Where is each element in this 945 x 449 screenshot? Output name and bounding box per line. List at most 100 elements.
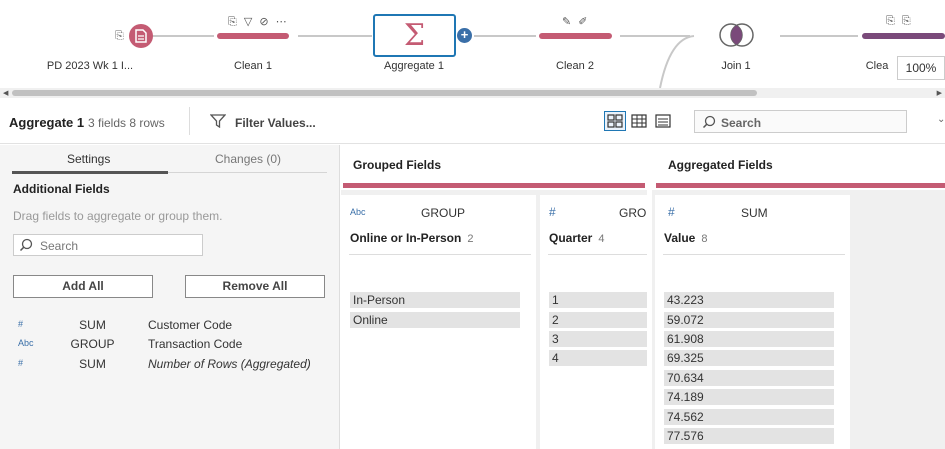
card-name-text: Value [664,231,696,245]
card-divider [349,254,531,255]
value-row[interactable]: 77.576 [664,428,834,444]
scroll-right-icon[interactable]: ▶ [937,89,942,97]
card-aggregation[interactable]: GROU [619,206,647,220]
flow-node-label: Aggregate 1 [384,60,444,72]
number-type-icon: # [18,358,24,368]
value-row[interactable]: 1 [549,292,647,308]
search-icon [702,115,716,129]
view-cards-button[interactable] [604,111,626,131]
card-count: 2 [467,233,474,245]
drag-hint-text: Drag fields to aggregate or group them. [13,209,223,223]
flow-node-aggregate-1[interactable]: Σ [373,14,456,57]
chevron-down-icon[interactable]: ⌄ [937,114,945,125]
sigma-icon: Σ [403,18,426,53]
scrollbar-thumb[interactable] [12,90,757,96]
aggregated-fields-header: Aggregated Fields [652,145,945,190]
flow-horizontal-scrollbar[interactable]: ◀ ▶ [0,88,945,98]
step-title: Aggregate 1 [9,115,85,130]
field-name: Number of Rows (Aggregated) [148,357,311,371]
view-table-button[interactable] [628,111,650,131]
grouped-fields-header: Grouped Fields [341,145,647,190]
card-field-name: Quarter 4 [549,231,604,245]
scroll-left-icon[interactable]: ◀ [3,89,8,97]
number-type-icon: # [668,205,675,219]
field-row[interactable]: # SUM Number of Rows (Aggregated) [0,356,340,374]
clean-node-bar [217,33,289,39]
field-aggregation[interactable]: SUM [60,357,125,371]
flow-node-label: Clean 1 [234,60,272,72]
card-aggregation[interactable]: SUM [741,206,768,220]
flow-node-label: Join 1 [721,60,751,72]
clean-step-icons: ✎ ✐ [562,16,590,28]
grouped-fields-area: Grouped Fields Abc GROUP Online or In-Pe… [341,145,647,449]
value-row[interactable]: 43.223 [664,292,834,308]
filter-icon[interactable] [210,114,226,128]
aggregated-fields-area: Aggregated Fields # SUM Value 8 43.223 59… [652,145,945,449]
value-row[interactable]: 3 [549,331,647,347]
flow-node-label: Clean 2 [556,60,594,72]
active-tab-indicator [12,171,168,174]
input-node-icon [129,24,153,48]
card-count: 8 [701,233,708,245]
value-row[interactable]: 74.562 [664,409,834,425]
card-field-name: Value 8 [664,231,707,245]
card-field-name: Online or In-Person 2 [350,231,473,245]
table-view-icon [631,114,647,128]
field-search-input[interactable]: Search [13,234,203,256]
add-all-button[interactable]: Add All [13,275,153,298]
field-name: Customer Code [148,318,233,332]
tab-settings[interactable]: Settings [67,152,110,166]
field-row[interactable]: # SUM Customer Code [0,317,340,335]
grouped-fields-bar [343,183,645,188]
card-aggregation[interactable]: GROUP [421,206,465,220]
card-divider [548,254,647,255]
flow-connector [298,35,372,37]
aggregated-fields-title: Aggregated Fields [668,158,773,172]
value-row[interactable]: 61.908 [664,331,834,347]
value-row[interactable]: In-Person [350,292,520,308]
output-icon: ⎘ [115,30,124,42]
view-list-button[interactable] [652,111,674,131]
additional-fields-heading: Additional Fields [13,182,110,196]
clean-node-bar [539,33,612,39]
zoom-level[interactable]: 100% [897,56,945,80]
field-aggregation[interactable]: GROUP [60,337,125,351]
flow-connector [474,35,536,37]
number-type-icon: # [549,205,556,219]
value-row[interactable]: 70.634 [664,370,834,386]
settings-panel: Settings Changes (0) Additional Fields D… [0,145,340,449]
grouped-fields-title: Grouped Fields [353,158,442,172]
filter-values-button[interactable]: Filter Values... [235,116,316,130]
cards-view-icon [607,114,623,128]
value-row[interactable]: Online [350,312,520,328]
flow-canvas[interactable]: ⎘ PD 2023 Wk 1 I... ⎘ ▽ ⊘ ⋯ Clean 1 Σ + … [0,0,945,88]
field-card-online-or-in-person[interactable]: Abc GROUP Online or In-Person 2 In-Person… [341,195,536,449]
clean-step-icons: ⎘ ▽ ⊘ ⋯ [228,16,289,28]
string-type-icon: Abc [350,207,366,217]
string-type-icon: Abc [18,338,34,348]
field-aggregation[interactable]: SUM [60,318,125,332]
card-count: 4 [598,233,605,245]
flow-connector [780,35,858,37]
value-row[interactable]: 59.072 [664,312,834,328]
field-row[interactable]: Abc GROUP Transaction Code [0,336,340,354]
field-card-value[interactable]: # SUM Value 8 43.223 59.072 61.908 69.325… [655,195,850,449]
value-row[interactable]: 4 [549,350,647,366]
join-icon [719,23,754,47]
step-header: Aggregate 1 3 fields 8 rows Filter Value… [0,98,945,144]
tab-changes[interactable]: Changes (0) [215,152,281,166]
aggregated-fields-bar [656,183,945,188]
field-card-quarter[interactable]: # GROU Quarter 4 1 2 3 4 [540,195,647,449]
value-row[interactable]: 69.325 [664,350,834,366]
search-placeholder: Search [40,239,79,253]
value-row[interactable]: 74.189 [664,389,834,405]
search-input[interactable]: Search [694,110,907,133]
add-step-button[interactable]: + [457,28,472,43]
card-name-text: Online or In-Person [350,231,462,245]
list-view-icon [655,114,671,128]
number-type-icon: # [18,319,24,329]
card-name-text: Quarter [549,231,593,245]
card-divider [663,254,845,255]
value-row[interactable]: 2 [549,312,647,328]
remove-all-button[interactable]: Remove All [185,275,325,298]
